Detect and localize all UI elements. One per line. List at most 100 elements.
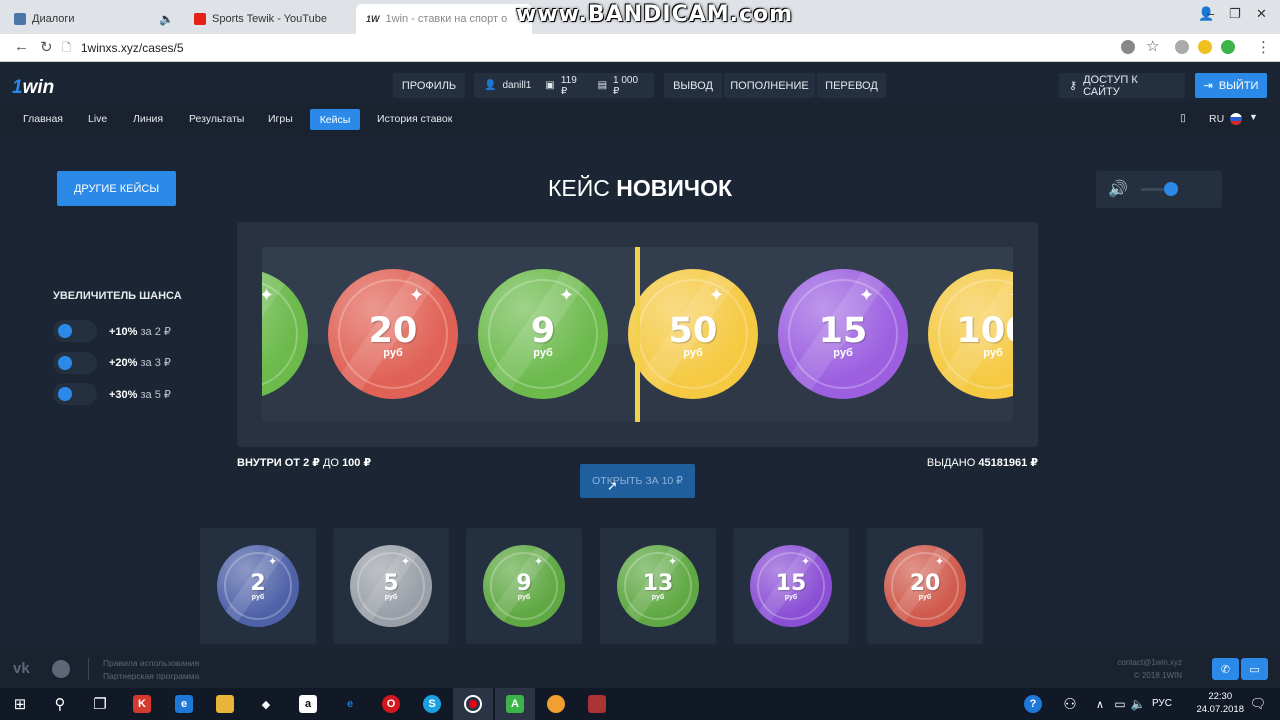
chance-bonus: +30%	[109, 389, 138, 401]
star-icon[interactable]: ☆	[1146, 37, 1159, 55]
rules-link[interactable]: Правила использования	[103, 658, 199, 668]
search-icon[interactable]: ⚲	[40, 688, 80, 720]
profile-button[interactable]: ПРОФИЛЬ	[393, 73, 465, 98]
nav-live[interactable]: Live	[88, 113, 107, 125]
sparkle-icon: ✦	[801, 556, 811, 568]
chevron-down-icon[interactable]: ▼	[1249, 112, 1258, 122]
opera-icon[interactable]: O	[371, 688, 411, 720]
close-window-icon[interactable]: ✕	[1256, 6, 1267, 22]
chrome-icon[interactable]	[536, 688, 576, 720]
coin-currency: руб	[784, 594, 798, 601]
vk-icon[interactable]: vk	[13, 660, 30, 677]
maximize-icon[interactable]: ❐	[1229, 6, 1241, 22]
chance-toggle-20[interactable]	[53, 352, 97, 374]
reload-icon[interactable]: ↻	[40, 38, 53, 56]
input-language[interactable]: РУС	[1152, 698, 1172, 709]
menu-dots-icon[interactable]: ⋮	[1256, 38, 1271, 56]
telegram-icon[interactable]	[52, 660, 70, 678]
browser-tab-dialogs[interactable]: Диалоги 🔈	[4, 4, 184, 34]
kaspersky-icon[interactable]: K	[122, 688, 162, 720]
prize-card[interactable]: ✦ 2 руб	[200, 528, 316, 644]
coin-value: 5	[383, 571, 399, 596]
range-to: 100 ₽	[342, 457, 372, 469]
url-field[interactable]: 🗋 1winxs.xyz/cases/5	[62, 38, 1112, 58]
chance-toggle-10[interactable]	[53, 320, 97, 342]
extension-icon[interactable]	[1221, 40, 1235, 54]
logout-button[interactable]: ⇥ ВЫЙТИ	[1195, 73, 1267, 98]
notifications-icon[interactable]: 🗨	[1238, 688, 1278, 720]
back-icon[interactable]: ←	[14, 38, 29, 55]
windows-start-icon[interactable]: ⊞	[0, 688, 40, 720]
prize-card[interactable]: ✦ 5 руб	[333, 528, 449, 644]
translate-icon[interactable]	[1121, 40, 1135, 54]
nav-games[interactable]: Игры	[268, 113, 293, 125]
sparkle-icon: ✦	[709, 285, 725, 305]
extension-icon[interactable]	[1175, 40, 1189, 54]
tab-sound-icon[interactable]: 🔈	[159, 12, 174, 26]
prize-card[interactable]: ✦ 15 руб	[733, 528, 849, 644]
site-logo[interactable]: 1win	[12, 77, 54, 99]
coin-currency: руб	[251, 594, 265, 601]
nav-home[interactable]: Главная	[23, 113, 63, 125]
nav-line[interactable]: Линия	[133, 113, 163, 125]
prize-card[interactable]: ✦ 13 руб	[600, 528, 716, 644]
chat-button[interactable]: ▭	[1241, 658, 1268, 680]
contact-email[interactable]: contact@1win.xyz	[1117, 658, 1182, 667]
toggle-knob	[58, 356, 72, 370]
sparkle-icon: ✦	[859, 285, 875, 305]
nav-results[interactable]: Результаты	[189, 113, 244, 125]
app-red-icon[interactable]	[577, 688, 617, 720]
coin-15: ✦ 15 руб	[778, 269, 908, 399]
deposit-button[interactable]: ПОПОЛНЕНИЕ	[724, 73, 815, 98]
skype-icon[interactable]: S	[412, 688, 452, 720]
app-icon[interactable]: e	[330, 688, 370, 720]
chance-option-30: +30% за 5 ₽	[109, 388, 171, 401]
username: danill1	[502, 80, 532, 91]
transfer-button[interactable]: ПЕРЕВОД	[817, 73, 886, 98]
app-a-icon[interactable]: A	[495, 688, 535, 720]
language-label: RU	[1209, 113, 1225, 125]
volume-slider-handle[interactable]	[1164, 182, 1178, 196]
tab-title: Диалоги	[32, 13, 75, 25]
main-balance: 1 000 ₽	[613, 74, 639, 97]
edge-icon[interactable]: e	[164, 688, 204, 720]
extension-icon[interactable]	[1198, 40, 1212, 54]
help-icon[interactable]: ?	[1013, 688, 1053, 720]
nav-bet-history[interactable]: История ставок	[377, 113, 452, 125]
amazon-icon[interactable]: a	[288, 688, 328, 720]
tab-title: Sports Tewik - YouTube	[212, 13, 327, 25]
other-cases-button[interactable]: ДРУГИЕ КЕЙСЫ	[57, 171, 176, 206]
prize-card[interactable]: ✦ 20 руб	[867, 528, 983, 644]
task-view-icon[interactable]: ❐	[80, 688, 120, 720]
bandicam-record-icon[interactable]	[453, 688, 493, 720]
minimize-icon[interactable]: –	[1207, 6, 1214, 21]
coin-50: ✦ 50 руб	[628, 269, 758, 399]
browser-tab-youtube[interactable]: Sports Tewik - YouTube	[184, 4, 356, 34]
open-case-button[interactable]: ОТКРЫТЬ ЗА 10 ₽	[580, 464, 695, 498]
range-to-word: ДО	[322, 457, 339, 469]
coin-9: ✦ 9 руб	[478, 269, 608, 399]
phone-button[interactable]: ✆	[1212, 658, 1239, 680]
logo-prefix: 1	[12, 77, 23, 98]
site-footer	[0, 648, 1280, 688]
speaker-icon[interactable]: 🔊	[1108, 179, 1128, 199]
logout-icon: ⇥	[1203, 80, 1213, 92]
logout-label: ВЫЙТИ	[1218, 79, 1259, 92]
mobile-icon[interactable]: ▯	[1180, 112, 1186, 124]
partner-link[interactable]: Партнерская программа	[103, 671, 199, 681]
file-explorer-icon[interactable]	[205, 688, 245, 720]
dropbox-icon[interactable]: ◆	[246, 688, 286, 720]
site-access-button[interactable]: ⚷ ДОСТУП К САЙТУ	[1059, 73, 1185, 98]
browser-tab-1win[interactable]: 1W 1win - ставки на спорт о	[356, 4, 532, 34]
roulette-marker	[635, 247, 640, 422]
prize-card[interactable]: ✦ 9 руб	[466, 528, 582, 644]
nav-cases[interactable]: Кейсы	[310, 109, 360, 130]
sparkle-icon: ✦	[559, 285, 575, 305]
withdraw-button[interactable]: ВЫВОД	[664, 73, 722, 98]
user-balance[interactable]: 👤 danill1 ▣ 119 ₽ ▤ 1 000 ₽	[474, 73, 654, 98]
chance-toggle-30[interactable]	[53, 383, 97, 405]
language-select[interactable]: RU	[1209, 113, 1224, 125]
chance-bonus: +20%	[109, 357, 138, 369]
clock[interactable]: 22:30 24.07.2018	[1196, 690, 1244, 716]
case-title-name: НОВИЧОК	[616, 175, 732, 201]
